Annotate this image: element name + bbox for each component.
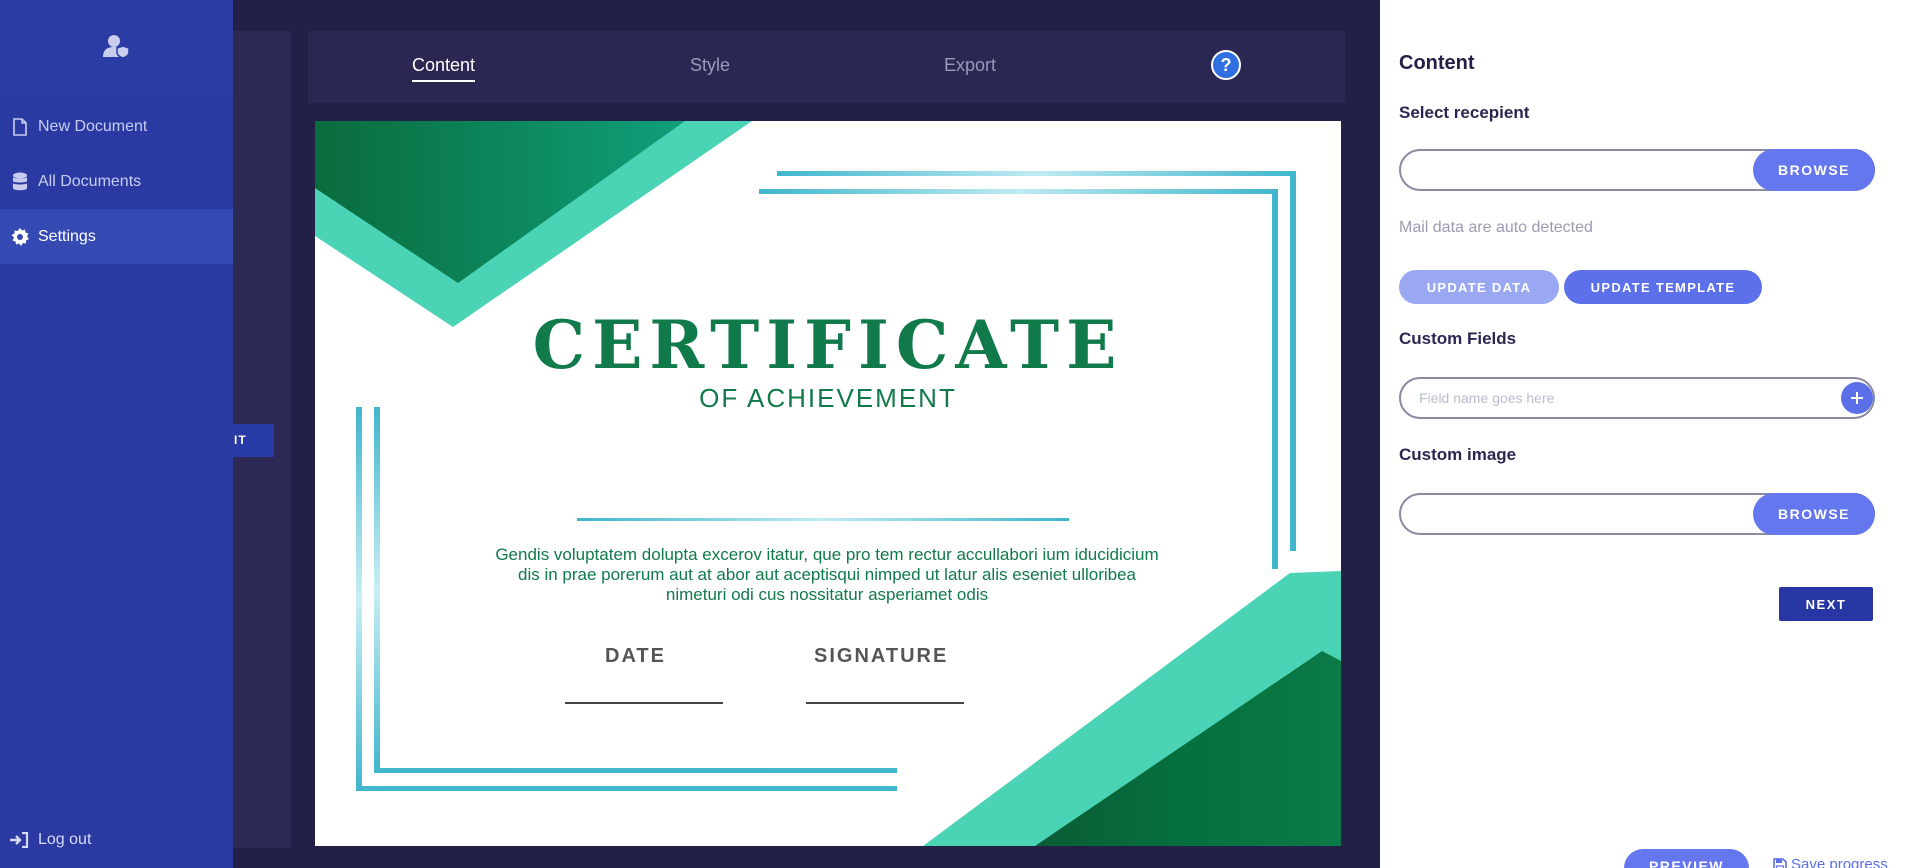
tab-export[interactable]: Export	[944, 55, 996, 76]
browse-image-button[interactable]: BROWSE	[1753, 493, 1875, 535]
recipient-file-field[interactable]: BROWSE	[1399, 149, 1875, 191]
certificate-signature-label: SIGNATURE	[814, 645, 949, 667]
certificate-title: CERTIFICATE	[532, 306, 1124, 384]
save-progress-label: Save progress	[1791, 856, 1888, 868]
document-icon	[2, 117, 38, 136]
sidebar-item-label: Settings	[38, 227, 96, 245]
logout-label: Log out	[38, 831, 92, 848]
custom-field-input-wrapper[interactable]	[1399, 377, 1875, 419]
certificate-date-label: DATE	[605, 645, 666, 667]
select-recipient-label: Select recepient	[1399, 103, 1530, 122]
date-line	[565, 702, 723, 704]
signature-line	[806, 702, 964, 704]
custom-image-input[interactable]	[1419, 495, 1759, 533]
certificate-decoration	[315, 121, 1341, 846]
sidebar-item-new-document[interactable]: New Document	[0, 99, 233, 154]
tab-bar: Content Style Export ?	[308, 31, 1345, 103]
user-shield-icon[interactable]	[102, 34, 131, 63]
database-icon	[2, 172, 38, 192]
sidebar-header	[0, 0, 233, 97]
plus-icon	[1851, 392, 1863, 404]
next-button[interactable]: NEXT	[1779, 587, 1873, 621]
preview-button[interactable]: PREVIEW	[1624, 849, 1749, 868]
underlay-button[interactable]: IT	[228, 424, 274, 457]
sign-out-icon	[0, 832, 38, 848]
sidebar-item-settings[interactable]: Settings	[0, 209, 233, 264]
certificate-preview: CERTIFICATE OF ACHIEVEMENT Gendis volupt…	[315, 121, 1341, 846]
save-icon	[1773, 857, 1787, 868]
logout-button[interactable]: Log out	[0, 812, 233, 868]
custom-fields-label: Custom Fields	[1399, 329, 1517, 348]
custom-image-label: Custom image	[1399, 445, 1517, 464]
custom-image-field[interactable]: BROWSE	[1399, 493, 1875, 535]
save-progress-link[interactable]: Save progress	[1773, 856, 1888, 868]
sidebar-item-label: All Documents	[38, 172, 142, 190]
content-panel: Content Select recepient BROWSE Mail dat…	[1380, 0, 1920, 868]
update-template-button[interactable]: UPDATE TEMPLATE	[1564, 270, 1762, 304]
browse-recipient-button[interactable]: BROWSE	[1753, 149, 1875, 191]
add-field-button[interactable]	[1841, 382, 1873, 414]
sidebar: New Document All Documents Settings Log …	[0, 0, 233, 868]
update-data-button[interactable]: UPDATE DATA	[1399, 270, 1559, 304]
sidebar-item-label: New Document	[38, 117, 148, 135]
recipient-input[interactable]	[1419, 151, 1759, 189]
tab-content[interactable]: Content	[412, 55, 476, 82]
certificate-subtitle: OF ACHIEVEMENT	[699, 383, 957, 413]
panel-title: Content	[1399, 52, 1475, 74]
gear-icon	[2, 227, 38, 246]
auto-detect-hint: Mail data are auto detected	[1399, 219, 1593, 236]
certificate-body: Gendis voluptatem dolupta excerov itatur…	[495, 545, 1159, 604]
sidebar-item-all-documents[interactable]: All Documents	[0, 154, 233, 209]
custom-field-input[interactable]	[1419, 379, 1759, 417]
help-icon[interactable]: ?	[1211, 50, 1241, 80]
tab-style[interactable]: Style	[690, 55, 730, 76]
